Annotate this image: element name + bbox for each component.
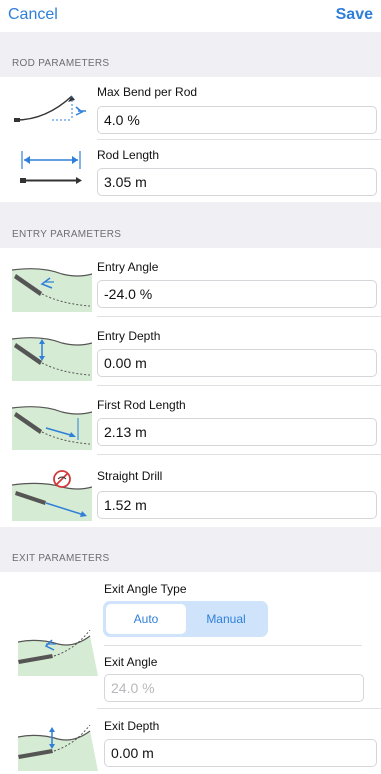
- entry-angle-input[interactable]: -24.0 %: [97, 280, 377, 308]
- entry-angle-row: Entry Angle -24.0 %: [0, 248, 381, 316]
- rod-length-label: Rod Length: [97, 148, 160, 162]
- entry-depth-label: Entry Depth: [97, 329, 161, 343]
- max-bend-label: Max Bend per Rod: [97, 85, 198, 99]
- first-rod-input[interactable]: 2.13 m: [97, 418, 377, 446]
- straight-drill-label: Straight Drill: [97, 469, 163, 483]
- exit-depth-row: Exit Depth 0.00 m: [0, 709, 381, 774]
- save-button[interactable]: Save: [336, 6, 373, 24]
- entry-depth-row: Entry Depth 0.00 m: [0, 317, 381, 385]
- exit-angle-input: 24.0 %: [104, 674, 364, 702]
- entry-angle-icon: [12, 268, 92, 312]
- entry-parameters-header: ENTRY PARAMETERS: [0, 202, 381, 248]
- exit-angle-icon: [18, 629, 98, 676]
- straight-drill-icon: [12, 470, 92, 521]
- rod-length-row: Rod Length 3.05 m: [0, 140, 381, 202]
- rod-length-icon: [20, 151, 82, 184]
- entry-angle-label: Entry Angle: [97, 260, 159, 274]
- entry-parameters-title: ENTRY PARAMETERS: [12, 229, 122, 240]
- rod-parameters-header: ROD PARAMETERS: [0, 32, 381, 77]
- segment-auto[interactable]: Auto: [106, 604, 186, 634]
- max-bend-input[interactable]: 4.0 %: [97, 106, 377, 134]
- exit-angle-row: Exit Angle Type Auto Manual Exit Angle 2…: [0, 572, 381, 708]
- segment-manual[interactable]: Manual: [186, 604, 266, 634]
- first-rod-label: First Rod Length: [97, 398, 186, 412]
- exit-depth-label: Exit Depth: [104, 719, 160, 733]
- entry-depth-input[interactable]: 0.00 m: [97, 349, 377, 377]
- nav-bar: Cancel Save: [0, 0, 381, 32]
- exit-angle-label: Exit Angle: [104, 655, 158, 669]
- rod-length-input[interactable]: 3.05 m: [97, 168, 377, 196]
- first-rod-row: First Rod Length 2.13 m: [0, 386, 381, 454]
- exit-parameters-header: EXIT PARAMETERS: [0, 527, 381, 572]
- exit-angle-type-segmented-control: Auto Manual: [103, 601, 268, 637]
- straight-drill-row: Straight Drill 1.52 m: [0, 455, 381, 527]
- first-rod-icon: [12, 406, 92, 450]
- exit-depth-icon: [18, 724, 98, 771]
- straight-drill-input[interactable]: 1.52 m: [97, 491, 377, 519]
- exit-depth-input[interactable]: 0.00 m: [104, 739, 377, 767]
- entry-depth-icon: [12, 337, 92, 381]
- exit-parameters-title: EXIT PARAMETERS: [12, 553, 110, 564]
- cancel-button[interactable]: Cancel: [8, 6, 58, 24]
- rod-parameters-title: ROD PARAMETERS: [12, 58, 110, 69]
- exit-angle-type-label: Exit Angle Type: [104, 582, 187, 596]
- bend-diagram-icon: [14, 95, 86, 122]
- max-bend-row: Max Bend per Rod 4.0 %: [0, 77, 381, 139]
- divider: [104, 645, 362, 646]
